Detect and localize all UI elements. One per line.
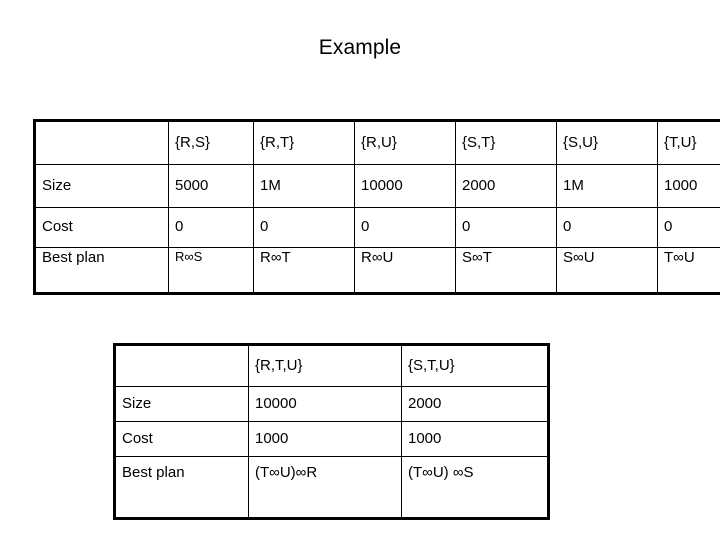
- header-cell-corner: [114, 344, 249, 387]
- size-cell-su: 1M: [556, 164, 658, 208]
- plan-cell-st: S∞T: [455, 247, 557, 294]
- cost-cell-rt: 0: [253, 207, 355, 248]
- plan-cell-tu: T∞U: [657, 247, 720, 294]
- plan-cell-rt: R∞T: [253, 247, 355, 294]
- header-cell-st: {S,T}: [455, 120, 557, 165]
- row-label-cost: Cost: [34, 207, 169, 248]
- table-row-header: {R,T,U} {S,T,U}: [114, 344, 549, 387]
- header-cell-stu: {S,T,U}: [401, 344, 549, 387]
- size-cell-rtu: 10000: [248, 386, 402, 422]
- plan-cell-ru: R∞U: [354, 247, 456, 294]
- table-row-cost: Cost 0 0 0 0 0 0: [34, 207, 720, 248]
- header-cell-ru: {R,U}: [354, 120, 456, 165]
- header-cell-corner: [34, 120, 169, 165]
- cost-cell-rtu: 1000: [248, 421, 402, 457]
- header-cell-su: {S,U}: [556, 120, 658, 165]
- table-row-best-plan: Best plan (T∞U)∞R (T∞U) ∞S: [114, 456, 549, 519]
- table-row-size: Size 5000 1M 10000 2000 1M 1000: [34, 164, 720, 208]
- size-cell-rt: 1M: [253, 164, 355, 208]
- plan-cell-stu: (T∞U) ∞S: [401, 456, 549, 519]
- row-label-best-plan: Best plan: [114, 456, 249, 519]
- cost-cell-st: 0: [455, 207, 557, 248]
- cost-cell-stu: 1000: [401, 421, 549, 457]
- size-cell-stu: 2000: [401, 386, 549, 422]
- table-row-header: {R,S} {R,T} {R,U} {S,T} {S,U} {T,U}: [34, 120, 720, 165]
- size-cell-ru: 10000: [354, 164, 456, 208]
- row-label-cost: Cost: [114, 421, 249, 457]
- table-row-cost: Cost 1000 1000: [114, 421, 549, 457]
- size-cell-tu: 1000: [657, 164, 720, 208]
- table-row-best-plan: Best plan R∞S R∞T R∞U S∞T S∞U T∞U: [34, 247, 720, 294]
- plan-cell-rs: R∞S: [168, 247, 254, 294]
- plan-cell-su: S∞U: [556, 247, 658, 294]
- cost-cell-ru: 0: [354, 207, 456, 248]
- header-cell-tu: {T,U}: [657, 120, 720, 165]
- row-label-size: Size: [34, 164, 169, 208]
- row-label-best-plan: Best plan: [34, 247, 169, 294]
- header-cell-rs: {R,S}: [168, 120, 254, 165]
- header-cell-rt: {R,T}: [253, 120, 355, 165]
- table-row-size: Size 10000 2000: [114, 386, 549, 422]
- cost-cell-su: 0: [556, 207, 658, 248]
- row-label-size: Size: [114, 386, 249, 422]
- size-cell-st: 2000: [455, 164, 557, 208]
- size-cell-rs: 5000: [168, 164, 254, 208]
- plan-cell-rtu: (T∞U)∞R: [248, 456, 402, 519]
- header-cell-rtu: {R,T,U}: [248, 344, 402, 387]
- cost-cell-rs: 0: [168, 207, 254, 248]
- two-relation-subsets-table: {R,S} {R,T} {R,U} {S,T} {S,U} {T,U} Size…: [33, 119, 720, 295]
- page-title: Example: [318, 36, 402, 59]
- cost-cell-tu: 0: [657, 207, 720, 248]
- three-relation-subsets-table: {R,T,U} {S,T,U} Size 10000 2000 Cost 100…: [113, 343, 550, 520]
